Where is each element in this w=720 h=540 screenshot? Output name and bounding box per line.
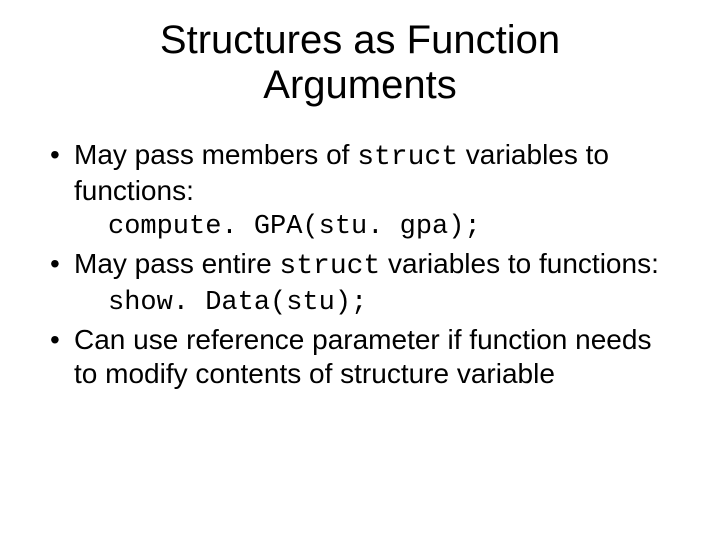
bullet-1-code: struct — [357, 142, 458, 173]
slide-title: Structures as Function Arguments — [40, 18, 680, 108]
bullet-3: Can use reference parameter if function … — [40, 323, 680, 389]
slide-container: Structures as Function Arguments May pas… — [0, 0, 720, 540]
bullet-2: May pass entire struct variables to func… — [40, 247, 680, 283]
bullet-list: May pass members of struct variables to … — [40, 138, 680, 390]
title-line-2: Arguments — [263, 63, 456, 107]
bullet-1-text-pre: May pass members of — [74, 139, 357, 170]
title-line-1: Structures as Function — [160, 18, 560, 62]
bullet-1: May pass members of struct variables to … — [40, 138, 680, 207]
code-example-1: compute. GPA(stu. gpa); — [40, 211, 680, 243]
bullet-2-code: struct — [279, 251, 380, 282]
bullet-3-text: Can use reference parameter if function … — [74, 324, 651, 388]
code-example-2: show. Data(stu); — [40, 287, 680, 319]
bullet-2-text-post: variables to functions: — [380, 248, 659, 279]
bullet-2-text-pre: May pass entire — [74, 248, 279, 279]
